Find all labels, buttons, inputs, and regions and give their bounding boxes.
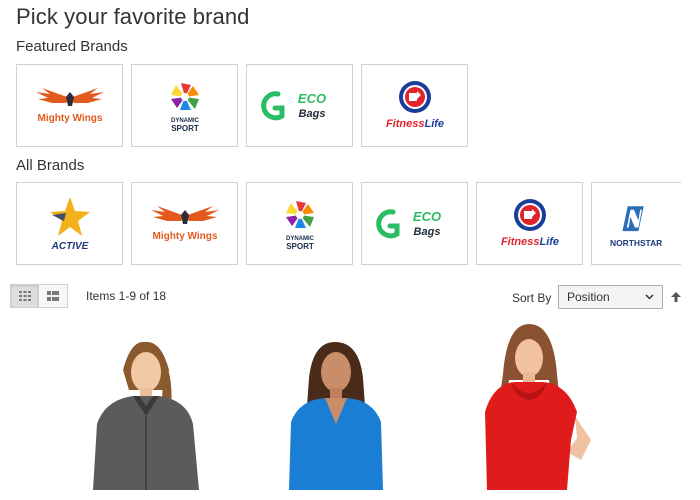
brand-name: Mighty Wings xyxy=(37,113,102,124)
products-toolbar: Items 1-9 of 18 Sort By Position xyxy=(10,283,690,309)
featured-brands-heading: Featured Brands xyxy=(16,38,128,55)
grid-view-button[interactable] xyxy=(10,284,39,308)
chevron-down-icon xyxy=(645,294,654,300)
all-brands-heading: All Brands xyxy=(16,157,85,174)
brand-name: Mighty Wings xyxy=(152,231,217,242)
fitness-life-logo: FitnessLife xyxy=(500,198,559,248)
eco-bags-logo: ECO Bags xyxy=(260,91,326,120)
brand-part2: Life xyxy=(424,118,444,130)
sort-by-select[interactable]: Position xyxy=(558,285,663,309)
all-brands-row: ACTIVE Mighty Wings DYNAMIC SPORT ECO Ba… xyxy=(16,182,681,265)
sort-direction-arrow-up-icon[interactable] xyxy=(670,291,682,303)
product-image-blue-top[interactable] xyxy=(273,320,405,490)
brand-tile-fitness-life[interactable]: FitnessLife xyxy=(476,182,583,265)
list-view-button[interactable] xyxy=(39,284,68,308)
brand-line2: SPORT xyxy=(171,124,199,133)
list-icon xyxy=(47,291,59,301)
northstar-logo: NORTHSTAR xyxy=(610,205,662,248)
dynamic-sport-logo: DYNAMIC SPORT xyxy=(170,82,199,133)
product-photo xyxy=(485,324,591,490)
product-photo xyxy=(93,341,199,490)
items-count: Items 1-9 of 18 xyxy=(86,289,167,303)
fitness-life-logo: FitnessLife xyxy=(385,80,444,130)
view-mode-switcher xyxy=(10,284,68,308)
brand-name: ACTIVE xyxy=(50,241,88,252)
brand-line2: Bags xyxy=(413,226,440,238)
brand-tile-mighty-wings[interactable]: Mighty Wings xyxy=(131,182,238,265)
product-photo xyxy=(289,342,383,490)
brand-line1: ECO xyxy=(412,209,440,224)
brand-tile-eco-bags[interactable]: ECO Bags xyxy=(246,64,353,147)
product-image-red-top[interactable] xyxy=(463,320,595,490)
brand-tile-northstar[interactable]: NORTHSTAR xyxy=(591,182,681,265)
featured-brands-row: Mighty Wings DYNAMIC SPORT ECO Bags Fitn… xyxy=(16,64,468,147)
sort-by-label: Sort By xyxy=(512,291,552,305)
brand-line1: ECO xyxy=(297,91,325,106)
dynamic-sport-logo: DYNAMIC SPORT xyxy=(285,200,314,251)
grid-icon xyxy=(18,291,31,301)
brand-tile-mighty-wings[interactable]: Mighty Wings xyxy=(16,64,123,147)
brand-tile-fitness-life[interactable]: FitnessLife xyxy=(361,64,468,147)
brand-tile-dynamic-sport[interactable]: DYNAMIC SPORT xyxy=(131,64,238,147)
brand-line2: SPORT xyxy=(286,242,314,251)
brand-tile-dynamic-sport[interactable]: DYNAMIC SPORT xyxy=(246,182,353,265)
active-logo: ACTIVE xyxy=(49,196,90,252)
brand-tile-active[interactable]: ACTIVE xyxy=(16,182,123,265)
svg-text:FitnessLife: FitnessLife xyxy=(385,118,443,130)
brand-tile-eco-bags[interactable]: ECO Bags xyxy=(361,182,468,265)
brand-part1: Fitness xyxy=(385,118,424,130)
brand-name: NORTHSTAR xyxy=(610,238,662,248)
brand-part1: Fitness xyxy=(500,236,539,248)
svg-text:FitnessLife: FitnessLife xyxy=(500,236,558,248)
product-image-grey-hoodie[interactable] xyxy=(83,320,215,490)
sort-by-value: Position xyxy=(567,290,610,304)
mighty-wings-logo: Mighty Wings xyxy=(150,205,219,242)
mighty-wings-logo: Mighty Wings xyxy=(35,87,104,124)
page-title: Pick your favorite brand xyxy=(16,4,250,29)
eco-bags-logo: ECO Bags xyxy=(375,209,441,238)
brand-line2: Bags xyxy=(298,108,325,120)
brand-part2: Life xyxy=(539,236,559,248)
